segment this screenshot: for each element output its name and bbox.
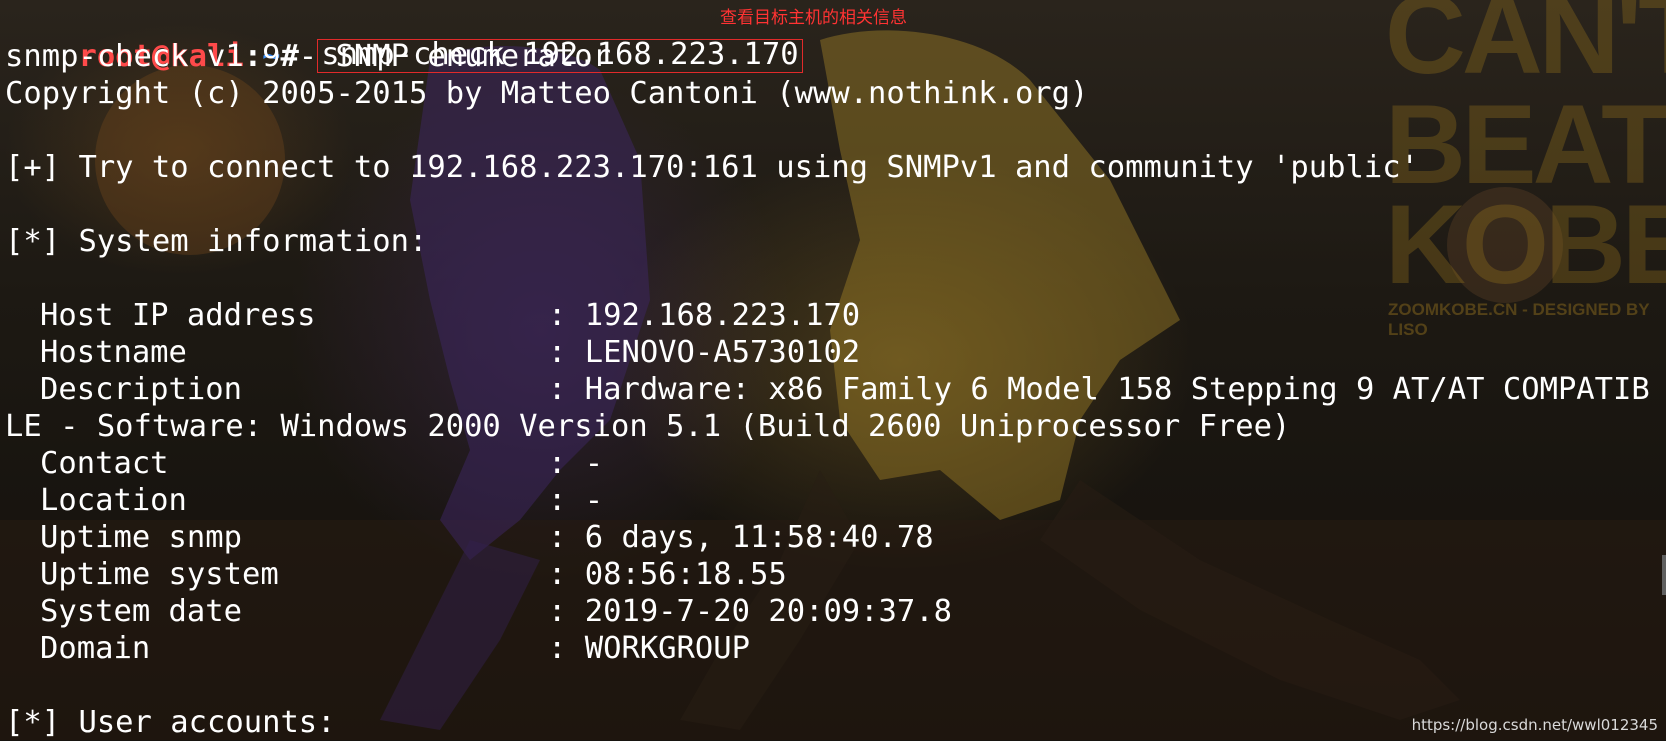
prompt-line: root@kali:~# snmp-check 192.168.223.170 bbox=[5, 1, 803, 74]
info-label: Contact bbox=[40, 446, 169, 481]
version-line: snmp-check v1.9 - SNMP enumerator bbox=[5, 39, 611, 74]
user-section-header: [*] User accounts: bbox=[5, 705, 336, 740]
info-row-system-date: System date: 2019-7-20 20:09:37.8 bbox=[5, 593, 952, 630]
connect-line: [+] Try to connect to 192.168.223.170:16… bbox=[5, 150, 1419, 185]
info-value: LENOVO-A5730102 bbox=[584, 335, 861, 370]
info-colon: : bbox=[548, 335, 585, 370]
info-row-host-ip: Host IP address: 192.168.223.170 bbox=[5, 297, 860, 334]
info-row-contact: Contact: - bbox=[5, 445, 603, 482]
info-colon: : bbox=[548, 483, 585, 518]
info-value: - bbox=[584, 483, 604, 518]
info-value: WORKGROUP bbox=[584, 631, 750, 666]
info-label: Location bbox=[40, 483, 187, 518]
info-value: 192.168.223.170 bbox=[584, 298, 861, 333]
annotation-note: 查看目标主机的相关信息 bbox=[720, 8, 907, 28]
info-row-hostname: Hostname: LENOVO-A5730102 bbox=[5, 334, 860, 371]
system-section-header: [*] System information: bbox=[5, 224, 428, 259]
scrollbar-thumb[interactable] bbox=[1662, 555, 1666, 595]
blog-watermark: https://blog.csdn.net/wwl012345 bbox=[1411, 716, 1658, 734]
info-label: Uptime system bbox=[40, 557, 279, 592]
terminal-window[interactable]: root@kali:~# snmp-check 192.168.223.170 … bbox=[0, 0, 1666, 740]
info-colon: : bbox=[548, 631, 585, 666]
info-label: Description bbox=[40, 372, 242, 407]
description-wrap-line: LE - Software: Windows 2000 Version 5.1 … bbox=[5, 409, 1291, 444]
info-label: Domain bbox=[40, 631, 151, 666]
info-colon: : bbox=[548, 372, 585, 407]
info-row-location: Location: - bbox=[5, 482, 603, 519]
info-row-description: Description: Hardware: x86 Family 6 Mode… bbox=[5, 371, 1650, 408]
info-row-uptime-system: Uptime system: 08:56:18.55 bbox=[5, 556, 787, 593]
info-label: System date bbox=[40, 594, 242, 629]
info-colon: : bbox=[548, 557, 585, 592]
info-value: - bbox=[584, 446, 604, 481]
info-value: 6 days, 11:58:40.78 bbox=[584, 520, 934, 555]
info-colon: : bbox=[548, 594, 585, 629]
info-colon: : bbox=[548, 446, 585, 481]
copyright-line: Copyright (c) 2005-2015 by Matteo Canton… bbox=[5, 76, 1089, 111]
info-label: Uptime snmp bbox=[40, 520, 242, 555]
info-label: Host IP address bbox=[40, 298, 316, 333]
info-value: Hardware: x86 Family 6 Model 158 Steppin… bbox=[584, 372, 1650, 407]
info-colon: : bbox=[548, 520, 585, 555]
info-row-uptime-snmp: Uptime snmp: 6 days, 11:58:40.78 bbox=[5, 519, 934, 556]
info-colon: : bbox=[548, 298, 585, 333]
info-row-domain: Domain: WORKGROUP bbox=[5, 630, 750, 667]
info-label: Hostname bbox=[40, 335, 187, 370]
info-value: 2019-7-20 20:09:37.8 bbox=[584, 594, 952, 629]
info-value: 08:56:18.55 bbox=[584, 557, 787, 592]
